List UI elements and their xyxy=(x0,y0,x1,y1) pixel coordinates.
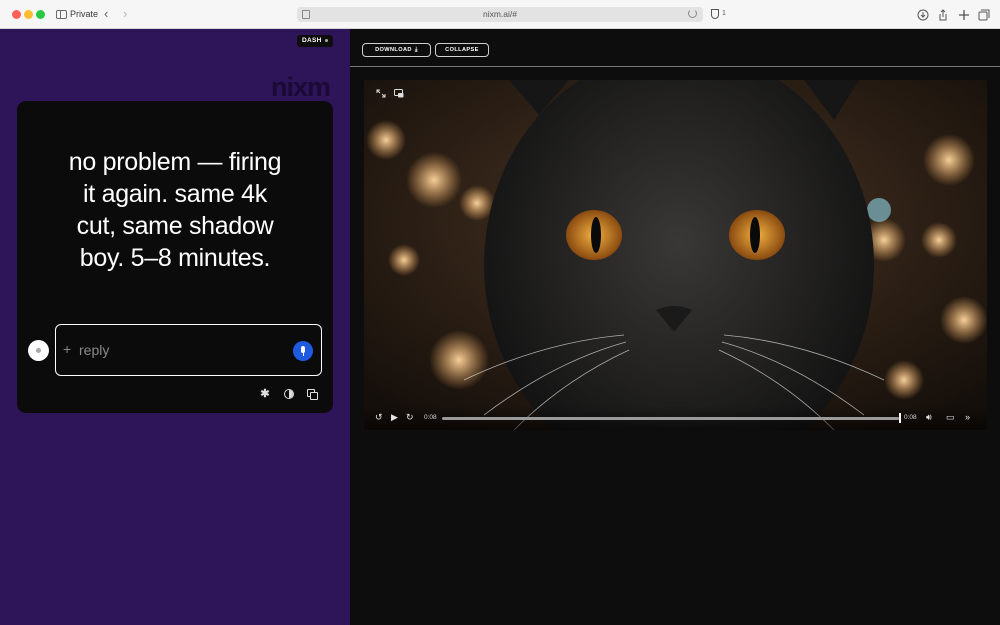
reload-icon[interactable] xyxy=(688,9,697,18)
message-line: cut, same shadow xyxy=(76,212,274,240)
copy-icon[interactable] xyxy=(307,389,318,400)
minimize-window-button[interactable] xyxy=(24,10,33,19)
play-icon[interactable]: ▶ xyxy=(391,412,398,422)
right-panel: DOWNLOAD ⤓ COLLAPSE ↺ ▶ ↻ 0:08 0:08 🔊︎ ▭… xyxy=(350,29,1000,625)
skip-back-icon[interactable]: ↺ xyxy=(375,412,383,422)
close-window-button[interactable] xyxy=(12,10,21,19)
skip-forward-icon[interactable]: ↻ xyxy=(406,412,414,422)
remaining-time: 0:08 xyxy=(904,414,917,421)
video-controls: ↺ ▶ ↻ 0:08 0:08 🔊︎ ▭ » xyxy=(364,406,987,430)
shield-count: 1 xyxy=(722,10,726,17)
private-label: Private xyxy=(70,9,99,19)
asterisk-icon[interactable]: ✱ xyxy=(260,389,270,400)
download-icon[interactable] xyxy=(917,8,929,21)
contrast-icon[interactable] xyxy=(284,389,294,399)
progress-handle[interactable] xyxy=(899,413,901,423)
divider xyxy=(350,66,1000,67)
download-button[interactable]: DOWNLOAD ⤓ xyxy=(362,43,431,57)
new-tab-icon[interactable] xyxy=(958,8,970,20)
collapse-label: COLLAPSE xyxy=(445,47,479,53)
back-icon[interactable]: ‹ xyxy=(104,6,108,21)
video-player[interactable]: ↺ ▶ ↻ 0:08 0:08 🔊︎ ▭ » xyxy=(364,80,987,430)
brand-logo: nixm xyxy=(271,72,331,102)
dash-label: DASH xyxy=(302,37,322,44)
mic-button[interactable] xyxy=(293,341,313,361)
cat-video-frame xyxy=(364,80,987,430)
address-bar[interactable]: nixm.ai/# xyxy=(297,7,703,22)
share-icon[interactable] xyxy=(937,8,949,21)
message-line: boy. 5–8 minutes. xyxy=(79,244,271,272)
browser-toolbar: Private ‹ › nixm.ai/# 1 xyxy=(0,0,1000,29)
download-label: DOWNLOAD xyxy=(375,47,412,53)
expand-icon[interactable] xyxy=(376,89,386,98)
avatar[interactable] xyxy=(28,340,49,361)
plus-icon[interactable]: + xyxy=(63,340,71,358)
volume-icon[interactable]: 🔊︎ xyxy=(926,412,932,422)
progress-bar[interactable] xyxy=(442,417,899,420)
collapse-button[interactable]: COLLAPSE xyxy=(435,43,489,57)
picture-in-picture-icon[interactable] xyxy=(394,89,404,98)
message-line: no problem — firing xyxy=(68,148,282,176)
dash-badge[interactable]: DASH xyxy=(297,35,333,47)
airplay-icon[interactable]: ▭ xyxy=(946,412,955,422)
sidebar-icon[interactable] xyxy=(56,10,67,19)
message-line: it again. same 4k xyxy=(83,180,267,208)
tabs-icon[interactable] xyxy=(978,8,990,21)
reply-input[interactable] xyxy=(79,340,279,360)
more-controls-icon[interactable]: » xyxy=(965,412,970,422)
current-time: 0:08 xyxy=(424,414,437,421)
dash-dot-icon xyxy=(324,38,328,42)
forward-icon[interactable]: › xyxy=(123,6,127,21)
zoom-window-button[interactable] xyxy=(36,10,45,19)
download-arrow-icon: ⤓ xyxy=(414,47,418,53)
url-text: nixm.ai/# xyxy=(482,9,517,19)
assistant-message: no problem — firing it again. same 4k cu… xyxy=(17,146,333,274)
reply-box[interactable]: + xyxy=(55,324,322,376)
shield-icon[interactable] xyxy=(711,9,719,19)
